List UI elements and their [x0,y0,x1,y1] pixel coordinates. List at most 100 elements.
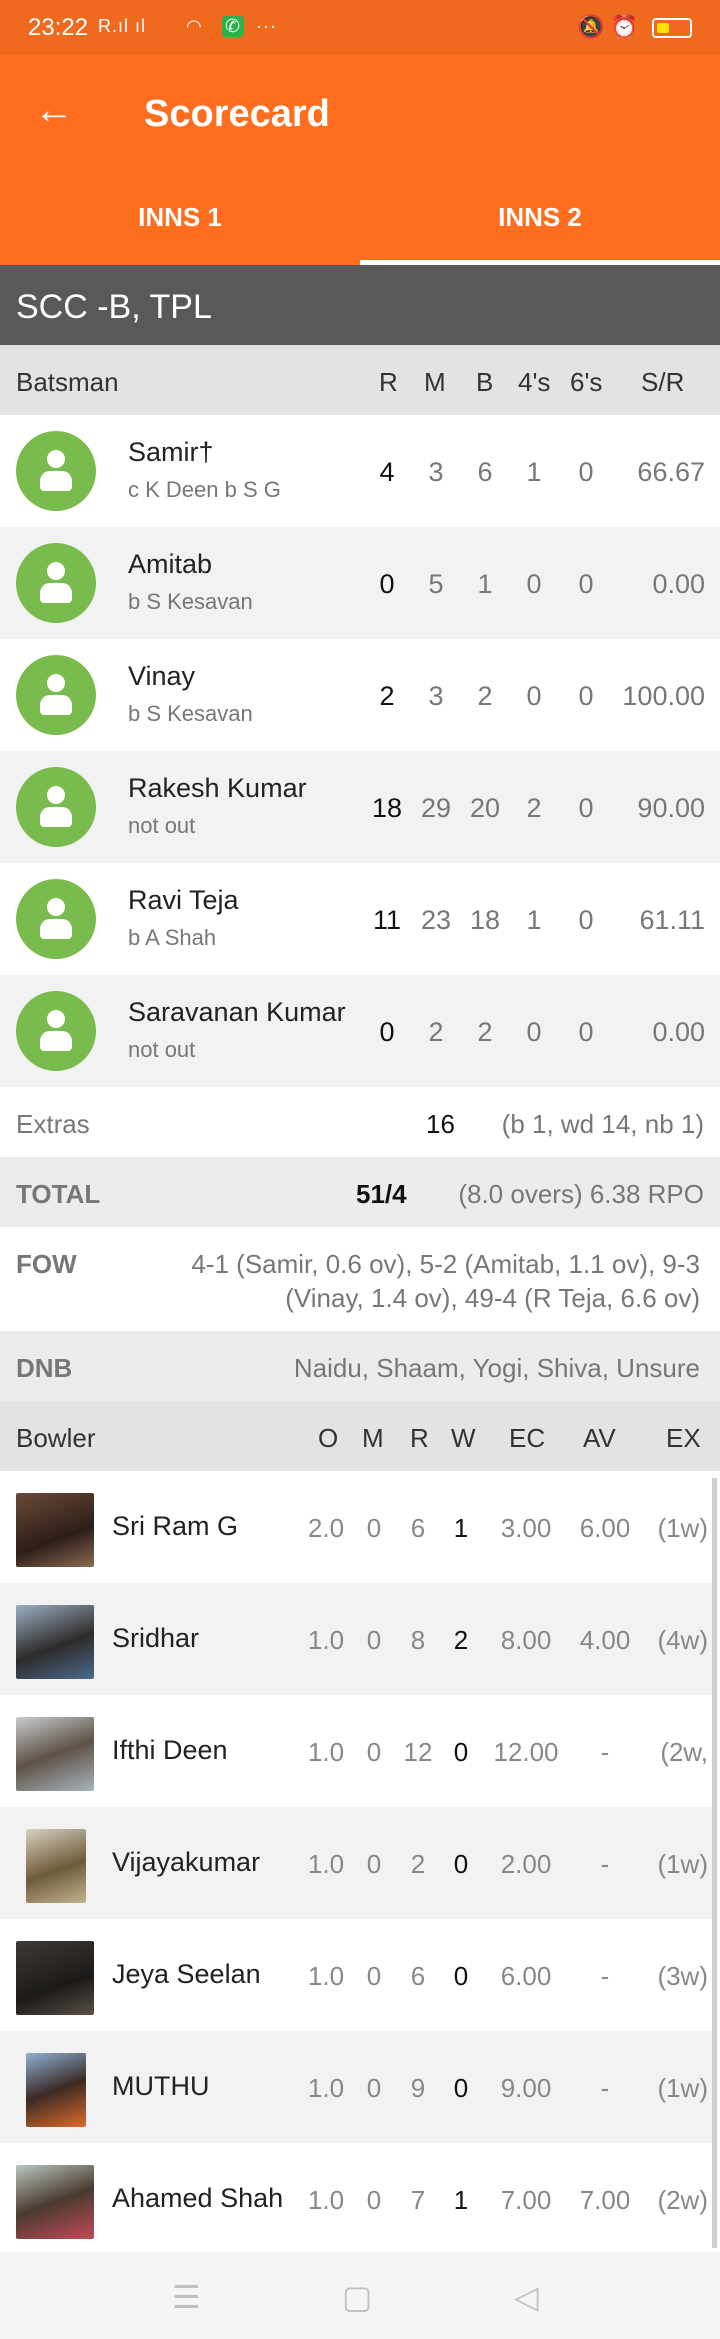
extras: (3w) [657,1961,708,1991]
bowler-photo [16,1493,94,1567]
team-name: SCC -B, TPL [0,265,720,345]
bowler-row[interactable]: MUTHU 1.0 0 9 0 9.00 - (1w) [0,2031,712,2143]
col-r: R [379,367,398,397]
battery-icon [652,18,692,39]
wickets: 2 [453,1625,469,1655]
fours: 0 [526,569,542,599]
col-ec: EC [509,1423,546,1453]
status-right-icons: 🔕 ⏰ [576,14,638,39]
person-icon [16,431,96,511]
bowler-row[interactable]: Sri Ram G 2.0 0 6 1 3.00 6.00 (1w) [0,1471,712,1583]
maidens: 0 [366,1961,382,1991]
signal-icon: R.ıl ıl [98,16,147,36]
dismissal: b S Kesavan [128,589,253,614]
bowler-row[interactable]: Jeya Seelan 1.0 0 6 0 6.00 - (3w) [0,1919,712,2031]
bowler-row[interactable]: Vijayakumar 1.0 0 2 0 2.00 - (1w) [0,1807,712,1919]
bowler-name: Ifthi Deen [112,1735,228,1765]
batsman-name: Samir† [128,437,214,467]
home-icon[interactable]: ▢ [342,2278,372,2316]
runs: 6 [410,1513,426,1543]
minutes: 29 [420,793,452,823]
whatsapp-icon: ✆ [222,16,245,37]
total-value: 51/4 [356,1179,407,1209]
col-b: B [476,367,494,397]
dismissal: b S Kesavan [128,701,253,726]
minutes: 3 [428,681,444,711]
extras: (2w) [657,2185,708,2215]
total-detail: (8.0 overs) 6.38 RPO [458,1179,704,1209]
runs: 2 [379,681,395,711]
person-icon [16,543,96,623]
wickets: 0 [453,1737,469,1767]
bowler-row[interactable]: Ahamed Shah 1.0 0 7 1 7.00 7.00 (2w) [0,2143,712,2251]
maidens: 0 [366,1737,382,1767]
back-arrow-icon[interactable]: ← [34,85,84,135]
strike-rate: 0.00 [652,569,705,599]
fours: 0 [526,681,542,711]
wickets: 0 [453,2073,469,2103]
person-icon [16,879,96,959]
extras: (1w) [657,1849,708,1879]
balls: 2 [477,1017,493,1047]
system-nav-bar: ☰ ▢ ◁ [0,2252,720,2339]
fow-row: FOW 4-1 (Samir, 0.6 ov), 5-2 (Amitab, 1.… [0,1227,720,1331]
minutes: 23 [420,905,452,935]
back-icon[interactable]: ◁ [514,2278,539,2316]
extras-label: Extras [16,1109,90,1139]
innings-tabs: INNS 1 INNS 2 [0,175,720,265]
extras: (1w) [657,1513,708,1543]
balls: 2 [477,681,493,711]
bowler-row[interactable]: Ifthi Deen 1.0 0 12 0 12.00 - (2w, [0,1695,712,1807]
runs: 4 [379,457,395,487]
bowler-row[interactable]: Sridhar 1.0 0 8 2 8.00 4.00 (4w) [0,1583,712,1695]
batsman-row[interactable]: Rakesh Kumar not out 18 29 20 2 0 90.00 [0,751,720,863]
bowler-photo [26,1829,86,1903]
dismissal: not out [128,1037,196,1062]
wifi-icon: ◠ [186,16,203,36]
overs: 1.0 [307,2073,345,2103]
economy: 6.00 [500,1961,552,1991]
col-o: O [318,1423,339,1453]
runs: 12 [403,1737,433,1767]
batsman-row[interactable]: Vinay b S Kesavan 2 3 2 0 0 100.00 [0,639,720,751]
runs: 9 [410,2073,426,2103]
bowler-name: Ahamed Shah [112,2183,284,2213]
minutes: 3 [428,457,444,487]
scrollbar[interactable] [712,1478,717,2248]
col-w: W [451,1423,476,1453]
tab-inns-2[interactable]: INNS 2 [360,175,720,265]
bowling-header: Bowler O M R W EC AV EX [0,1401,720,1471]
dnb-row: DNB Naidu, Shaam, Yogi, Shiva, Unsure [0,1331,720,1401]
status-time: 23:22 [28,14,89,41]
maidens: 0 [366,1849,382,1879]
runs: 11 [372,905,402,935]
batting-header: Batsman R M B 4's 6's S/R [0,345,720,415]
total-label: TOTAL [16,1179,101,1209]
col-r: R [410,1423,429,1453]
dismissal: c K Deen b S G [128,477,281,502]
strike-rate: 66.67 [637,457,705,487]
col-sr: S/R [641,367,685,397]
overs: 1.0 [307,1961,345,1991]
runs: 7 [410,2185,426,2215]
strike-rate: 100.00 [622,681,705,711]
batsman-row[interactable]: Ravi Teja b A Shah 11 23 18 1 0 61.11 [0,863,720,975]
person-icon [16,655,96,735]
tab-inns-1[interactable]: INNS 1 [0,175,360,265]
bowler-column-header: Bowler [16,1423,96,1453]
total-row: TOTAL 51/4 (8.0 overs) 6.38 RPO [0,1157,720,1227]
strike-rate: 61.11 [639,905,705,935]
bowler-name: Vijayakumar [112,1847,261,1877]
economy: 8.00 [500,1625,552,1655]
app-bar: ← Scorecard [0,55,720,175]
col-m: M [362,1423,384,1453]
economy: 2.00 [500,1849,552,1879]
extras: (2w, [660,1737,708,1767]
batsman-row[interactable]: Samir† c K Deen b S G 4 3 6 1 0 66.67 [0,415,720,527]
batsman-name: Vinay [128,661,196,691]
batsman-row[interactable]: Saravanan Kumar not out 0 2 2 0 0 0.00 [0,975,720,1087]
batsman-row[interactable]: Amitab b S Kesavan 0 5 1 0 0 0.00 [0,527,720,639]
extras-row: Extras 16 (b 1, wd 14, nb 1) [0,1087,720,1157]
fours: 1 [526,457,542,487]
menu-icon[interactable]: ☰ [172,2278,201,2316]
